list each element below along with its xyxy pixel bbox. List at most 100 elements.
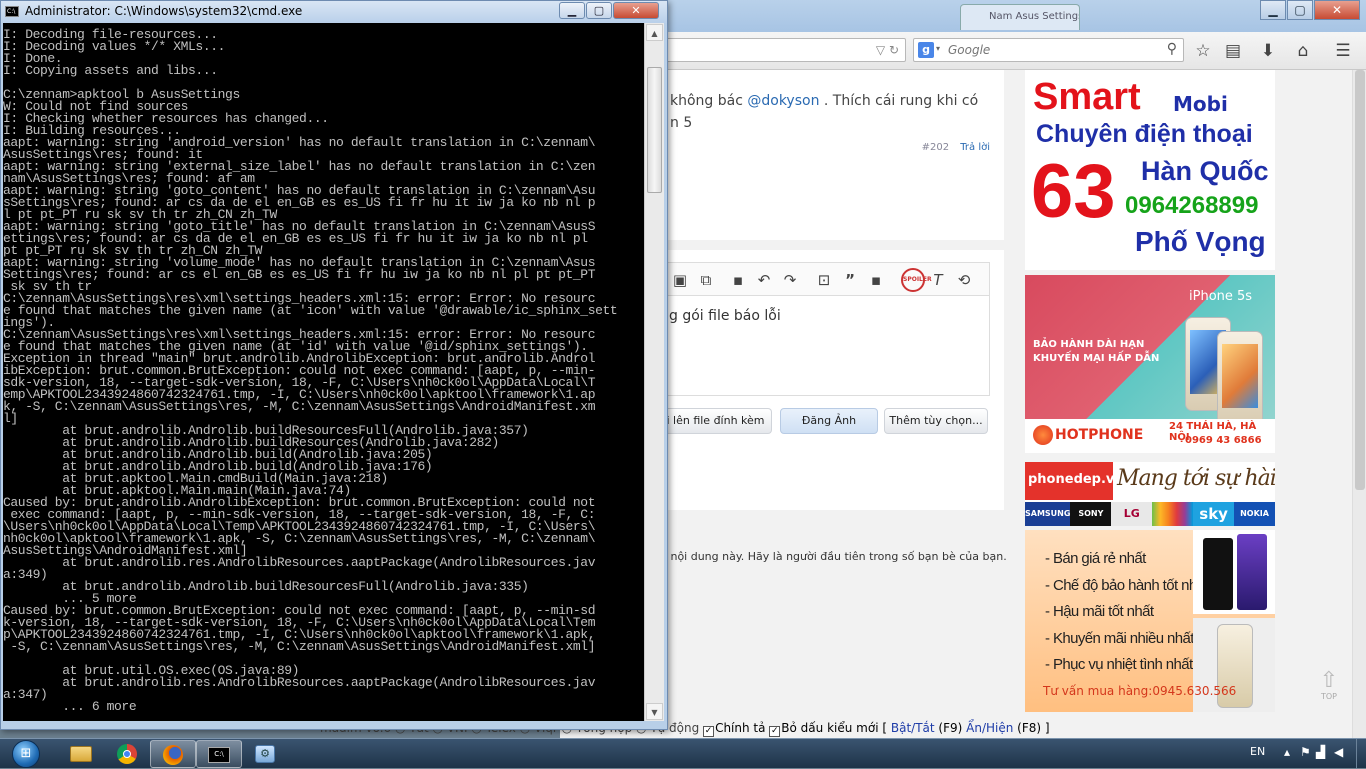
editor-toolbar: ▣ ⧉ ▪ ↶ ↷ ⊡ ” ▪ SPOILER T ⟲ (664, 262, 990, 296)
code-icon[interactable]: ⊡ (813, 269, 835, 291)
nokia-logo: NOKIA (1234, 502, 1275, 526)
url-bar[interactable]: ▽ ↻ (660, 38, 906, 62)
language-indicator[interactable]: EN (1250, 745, 1265, 758)
reload-icon[interactable]: ↻ (889, 43, 899, 57)
show-desktop-button[interactable] (1356, 739, 1366, 769)
volume-icon[interactable]: ◀ (1334, 745, 1343, 759)
user-mention-link[interactable]: @dokyson (747, 93, 819, 109)
undo-icon[interactable]: ↶ (753, 269, 775, 291)
checkbox-chinh-ta[interactable]: ✓ (703, 726, 715, 737)
post-image-button[interactable]: Đăng Ảnh (780, 408, 878, 434)
ad-benefit-list: - Bán giá rẻ nhất - Chế độ bảo hành tốt … (1045, 546, 1208, 679)
more-options-button[interactable]: Thêm tùy chọn... (884, 408, 988, 434)
cmd-titlebar[interactable]: C:\ Administrator: C:\Windows\system32\c… (1, 1, 667, 23)
explorer-taskbar-icon[interactable] (58, 740, 104, 768)
reading-list-icon[interactable]: ▤ (1222, 40, 1244, 62)
search-input[interactable] (948, 43, 1148, 57)
post-text-part: không bác (670, 93, 748, 109)
redo-icon[interactable]: ↷ (779, 269, 801, 291)
ad-brand2: Mobi (1173, 92, 1228, 116)
reply-link[interactable]: Trả lời (960, 142, 990, 153)
close-button[interactable]: ✕ (613, 2, 659, 19)
ad-benefit-item: - Chế độ bảo hành tốt nhất (1045, 576, 1208, 594)
media-icon[interactable]: ⧉ (695, 269, 717, 291)
search-bar[interactable]: g ▾ ⚲ (913, 38, 1184, 62)
apple-logo (1152, 502, 1194, 526)
browser-minimize-button[interactable]: ▁ (1260, 0, 1286, 20)
post-meta: #202 Trả lời (922, 142, 990, 153)
ime-bo-dau-label: Bỏ dấu kiểu mới (781, 721, 879, 735)
image-icon[interactable]: ▣ (669, 269, 691, 291)
remove-format-icon[interactable]: T (927, 269, 949, 291)
page-scroll-thumb[interactable] (1355, 70, 1365, 490)
iphone-image (1217, 331, 1263, 425)
sony-logo: SONY (1070, 502, 1112, 526)
post-text-part: n 5 (670, 115, 693, 131)
ime-show-hide-link[interactable]: Ẩn/Hiện (966, 721, 1013, 735)
ad-smart-mobi[interactable]: Smart Mobi Chuyên điện thoại 63 Hàn Quốc… (1025, 70, 1275, 270)
browser-close-button[interactable]: ✕ (1314, 0, 1360, 20)
ad-line2: Hàn Quốc (1141, 156, 1269, 186)
ad-phone: 0969 43 6866 (1185, 435, 1262, 446)
start-button[interactable]: ⊞ (6, 739, 46, 769)
reply-editor: ▣ ⧉ ▪ ↶ ↷ ⊡ ” ▪ SPOILER T ⟲ g gói file b… (660, 250, 1004, 510)
firefox-window: Nam Asus Settings ▁ ▢ ✕ ▽ ↻ g ▾ ⚲ ☆ ▤ ⬇ … (560, 0, 1366, 740)
browser-titlebar: Nam Asus Settings ▁ ▢ ✕ (560, 0, 1366, 32)
browser-tab[interactable]: Nam Asus Settings (960, 4, 1080, 30)
post-text-part: . Thích cái rung khi có (819, 93, 979, 109)
settings-taskbar-icon[interactable]: ⚙ (242, 740, 288, 768)
tray-expand-icon[interactable]: ▴ (1284, 745, 1290, 759)
chevron-down-icon[interactable]: ▾ (936, 44, 940, 53)
scroll-up-icon[interactable]: ▲ (646, 24, 663, 41)
ad-benefit-item: - Hậu mãi tốt nhất (1045, 603, 1154, 620)
spoiler-icon[interactable]: SPOILER (901, 268, 932, 292)
dropmarker-icon[interactable]: ▽ (876, 43, 885, 57)
window-title: Administrator: C:\Windows\system32\cmd.e… (25, 4, 303, 18)
cmd-icon[interactable]: C:\ (5, 6, 19, 17)
ime-toggle-link[interactable]: Bật/Tắt (891, 721, 935, 735)
search-icon[interactable]: ⚲ (1167, 41, 1177, 57)
download-icon[interactable]: ⬇ (1257, 40, 1279, 62)
cmd-window: C:\ Administrator: C:\Windows\system32\c… (0, 0, 668, 730)
brand-logos: SAMSUNG SONY LG sky NOKIA (1025, 502, 1275, 526)
menu-icon[interactable]: ☰ (1332, 40, 1354, 62)
flag-icon[interactable]: ⚑ (1300, 745, 1311, 759)
console-scroll-thumb[interactable] (647, 67, 662, 193)
toggle-source-icon[interactable]: ⟲ (953, 269, 975, 291)
save-icon[interactable]: ▪ (727, 269, 749, 291)
upload-attachment-button[interactable]: i lên file đính kèm (660, 408, 772, 434)
ad-line1: BẢO HÀNH DÀI HẠN (1033, 339, 1145, 350)
page-scrollbar[interactable] (1352, 70, 1366, 740)
star-icon[interactable]: ☆ (1192, 40, 1214, 62)
forum-post: không bác @dokyson . Thích cái rung khi … (660, 70, 1004, 240)
minimize-button[interactable]: ▁ (559, 2, 585, 19)
console-scrollbar[interactable]: ▲ ▼ (644, 23, 664, 721)
editor-textarea[interactable]: g gói file báo lỗi (664, 296, 990, 396)
cmd-taskbar-icon[interactable]: C:\ (196, 740, 242, 768)
scroll-top-button[interactable]: ⇧ TOP (1312, 670, 1346, 704)
ime-show-hide-key: (F8) ] (1013, 721, 1050, 735)
chrome-taskbar-icon[interactable] (104, 740, 150, 768)
scroll-down-icon[interactable]: ▼ (646, 703, 663, 720)
firefox-taskbar-icon[interactable] (150, 740, 196, 768)
ad-hotphone[interactable]: iPhone 5s BẢO HÀNH DÀI HẠN KHUYẾN MẠI HẤ… (1025, 275, 1275, 453)
console-output[interactable]: I: Decoding file-resources... I: Decodin… (3, 23, 644, 721)
post-number-link[interactable]: #202 (922, 142, 949, 153)
ad-benefits[interactable]: - Bán giá rẻ nhất - Chế độ bảo hành tốt … (1025, 530, 1275, 712)
ad-model: iPhone 5s (1189, 289, 1253, 304)
quote-icon[interactable]: ” (839, 269, 861, 291)
google-icon[interactable]: g (918, 42, 934, 58)
maximize-button[interactable]: ▢ (586, 2, 612, 19)
console-text: I: Decoding file-resources... I: Decodin… (3, 27, 618, 714)
ad-number: 63 (1031, 149, 1116, 234)
sky-logo: sky (1193, 502, 1235, 526)
home-icon[interactable]: ⌂ (1292, 40, 1314, 62)
post-text: không bác @dokyson . Thích cái rung khi … (670, 90, 1000, 134)
ad-benefit-item: - Phục vụ nhiệt tình nhất (1045, 656, 1193, 673)
save-draft-icon[interactable]: ▪ (865, 269, 887, 291)
ad-phonedep[interactable]: phonedep.vn Mang tới sự hài lòng SAMSUNG… (1025, 462, 1275, 526)
checkbox-bo-dau[interactable]: ✓ (769, 726, 781, 737)
ad-hotline: Tư vấn mua hàng:0945.630.566 (1043, 684, 1237, 698)
browser-maximize-button[interactable]: ▢ (1287, 0, 1313, 20)
network-icon[interactable]: ▟ (1316, 745, 1325, 759)
